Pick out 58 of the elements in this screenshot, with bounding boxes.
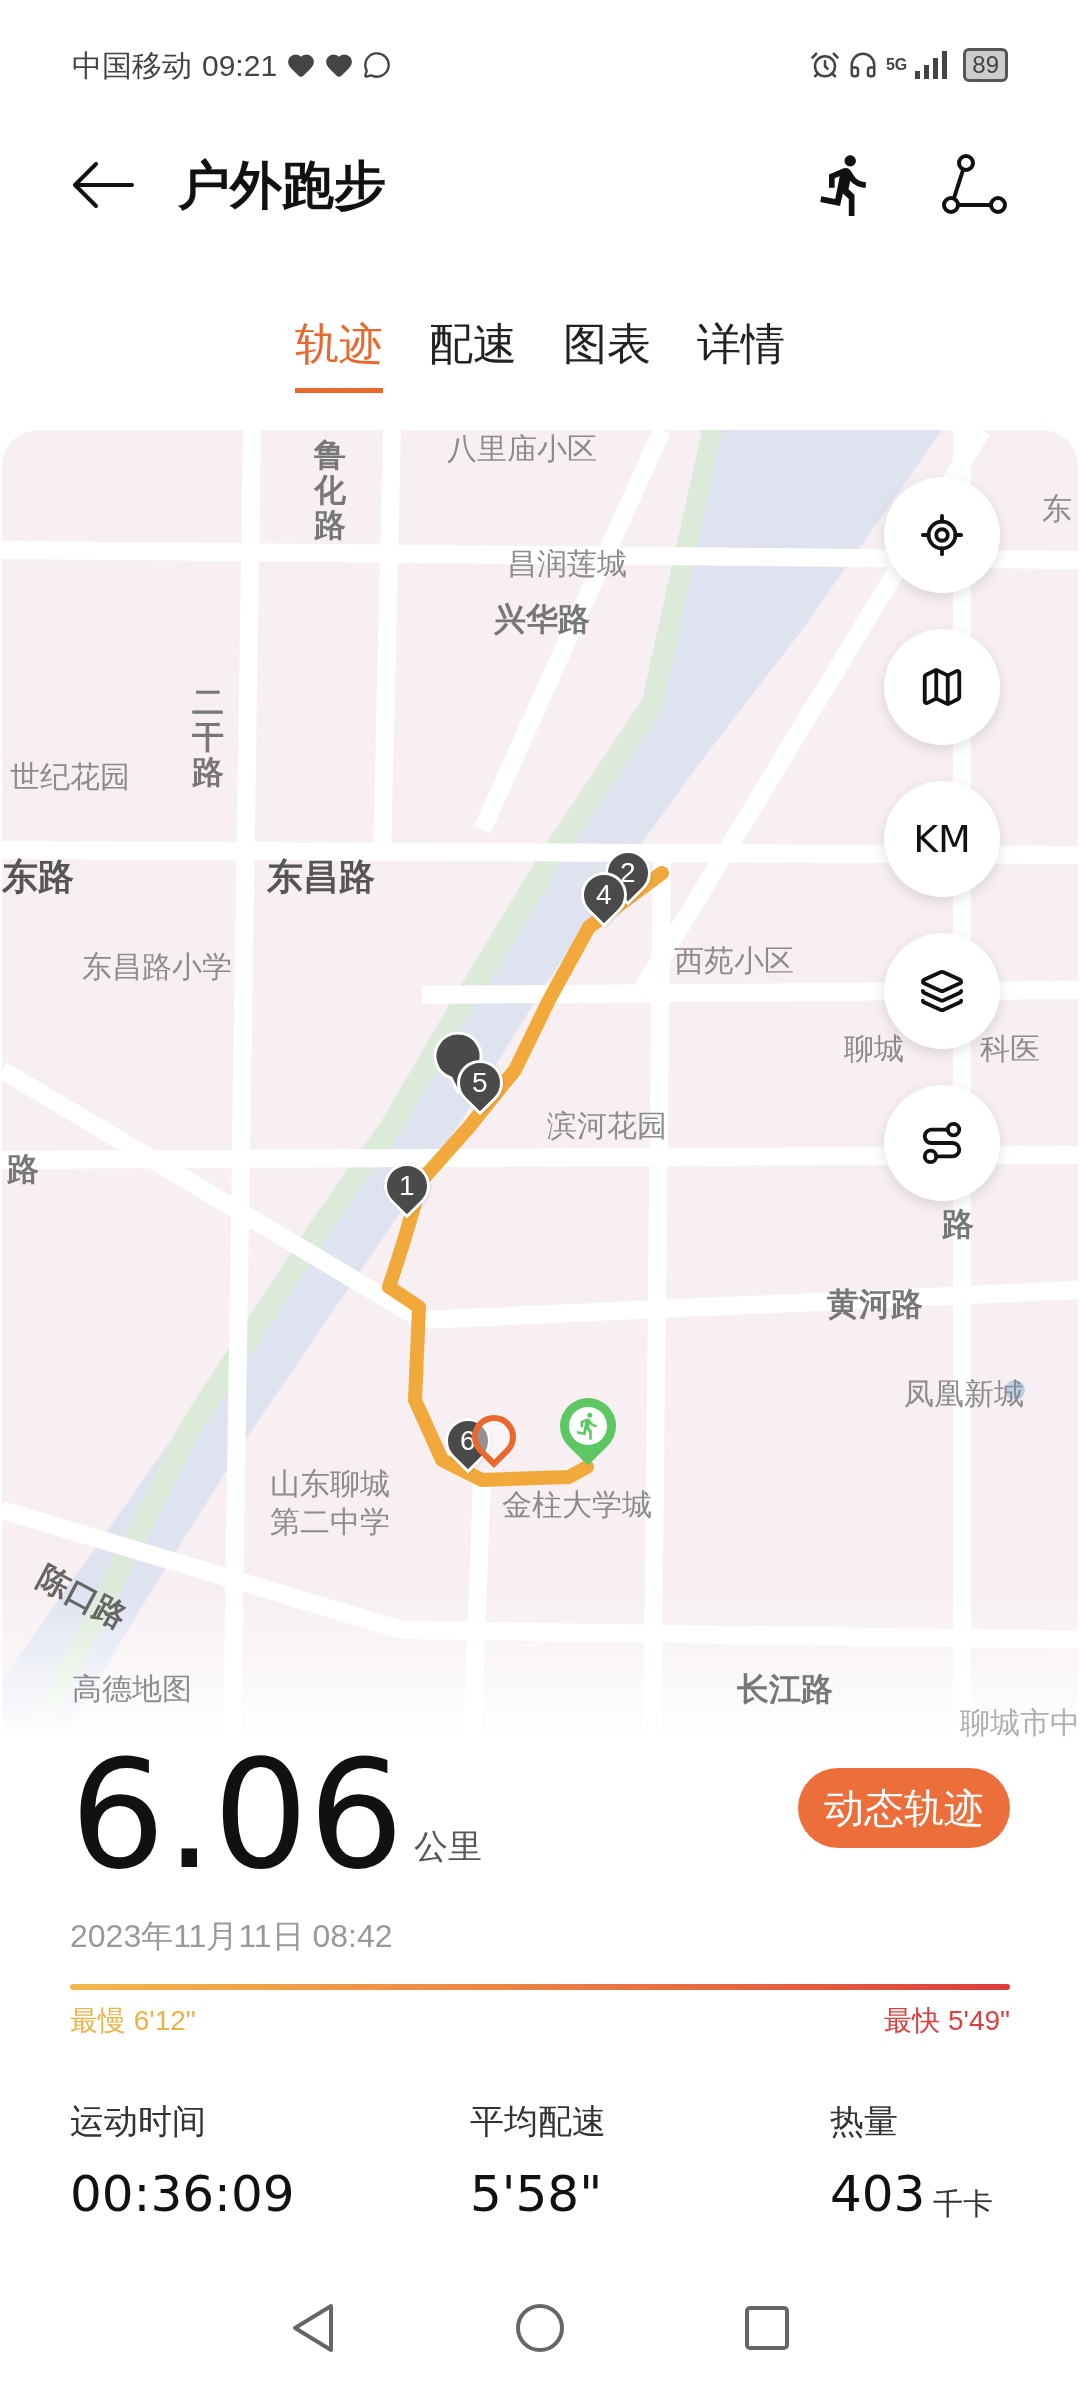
map-label: 世纪花园 bbox=[10, 759, 130, 795]
map-label: 凤凰新城 bbox=[904, 1376, 1024, 1412]
map-label: 聊城市中 bbox=[960, 1705, 1078, 1740]
fastest-pace: 最快 5'49" bbox=[884, 2004, 1010, 2038]
map-label: 东昌路小学 bbox=[82, 949, 232, 985]
signal-icon bbox=[915, 51, 950, 79]
map-label: 东路 bbox=[2, 855, 74, 899]
map-label: 长江路 bbox=[737, 1670, 833, 1709]
layers-icon bbox=[919, 968, 965, 1014]
map-label: 山东聊城第二中学 bbox=[270, 1466, 390, 1540]
network-type: 5G bbox=[885, 55, 908, 75]
map-label: 二干路 bbox=[192, 685, 224, 791]
stat-value: 403 bbox=[830, 2164, 926, 2225]
clock-time: 09:21 bbox=[202, 47, 278, 84]
map-label: 昌润莲城 bbox=[507, 546, 627, 582]
recents-nav-icon[interactable] bbox=[745, 2306, 789, 2350]
locate-icon bbox=[919, 512, 965, 558]
slowest-pace: 最慢 6'12" bbox=[70, 2004, 196, 2038]
alarm-icon bbox=[809, 50, 840, 80]
map-label: 路 bbox=[7, 1150, 39, 1189]
map-label: 鲁化路 bbox=[314, 438, 346, 544]
heart-icon bbox=[325, 51, 354, 79]
stat-value: 5'58" bbox=[470, 2164, 603, 2225]
map-label: 兴华路 bbox=[494, 600, 590, 639]
page-title: 户外跑步 bbox=[178, 155, 386, 216]
map-label: 东 bbox=[1042, 491, 1072, 527]
map-label: 陈口路 bbox=[30, 1557, 135, 1637]
stat-label: 运动时间 bbox=[70, 2101, 207, 2142]
map-label: 滨河花园 bbox=[547, 1108, 667, 1144]
stat-unit: 千卡 bbox=[933, 2186, 994, 2222]
heart-icon bbox=[287, 51, 316, 79]
tab[interactable]: 详情 bbox=[697, 318, 785, 393]
stat-value: 00:36:09 bbox=[70, 2164, 295, 2225]
back-arrow-icon[interactable] bbox=[72, 162, 134, 208]
map-label: 科医 bbox=[980, 1031, 1040, 1067]
stat-label: 平均配速 bbox=[470, 2101, 607, 2142]
map-label: 路 bbox=[942, 1205, 974, 1244]
map-label: 高德地图 bbox=[72, 1671, 192, 1707]
battery-level: 89 bbox=[963, 48, 1008, 82]
route-icon[interactable] bbox=[942, 154, 1008, 216]
map-label: 金柱大学城 bbox=[502, 1487, 652, 1523]
tab[interactable]: 配速 bbox=[429, 318, 517, 393]
chat-icon bbox=[363, 51, 392, 79]
distance-unit: 公里 bbox=[414, 1826, 482, 1867]
map-label: 聊城 bbox=[844, 1031, 904, 1067]
map-view[interactable]: 鲁化路 八里庙小区 东 昌润莲城 兴华路 世纪花园 二干路 东路 东昌路 东昌路小学 西苑小区 聊城 科医 滨河花园 路 路 黄河路 凤凰新城 金柱大学城 山东聊城第二中学 陈口路 高德地图 长江路 聊城市中 5 1 2 4 6 KM bbox=[2, 430, 1078, 1740]
home-nav-icon[interactable] bbox=[515, 2303, 565, 2353]
back-nav-icon[interactable] bbox=[291, 2303, 335, 2353]
unit-toggle-button[interactable]: KM bbox=[884, 781, 1000, 897]
map-label: 东昌路 bbox=[267, 855, 375, 899]
map-label: 八里庙小区 bbox=[447, 431, 597, 467]
stat-label: 热量 bbox=[830, 2101, 899, 2142]
carrier-name: 中国移动 bbox=[72, 47, 192, 84]
distance-value: 6.06 bbox=[70, 1740, 404, 1890]
workout-date: 2023年11月11日 08:42 bbox=[70, 1917, 394, 1956]
map-label: 黄河路 bbox=[827, 1285, 923, 1324]
tab[interactable]: 图表 bbox=[563, 318, 651, 393]
map-label: 西苑小区 bbox=[674, 943, 794, 979]
